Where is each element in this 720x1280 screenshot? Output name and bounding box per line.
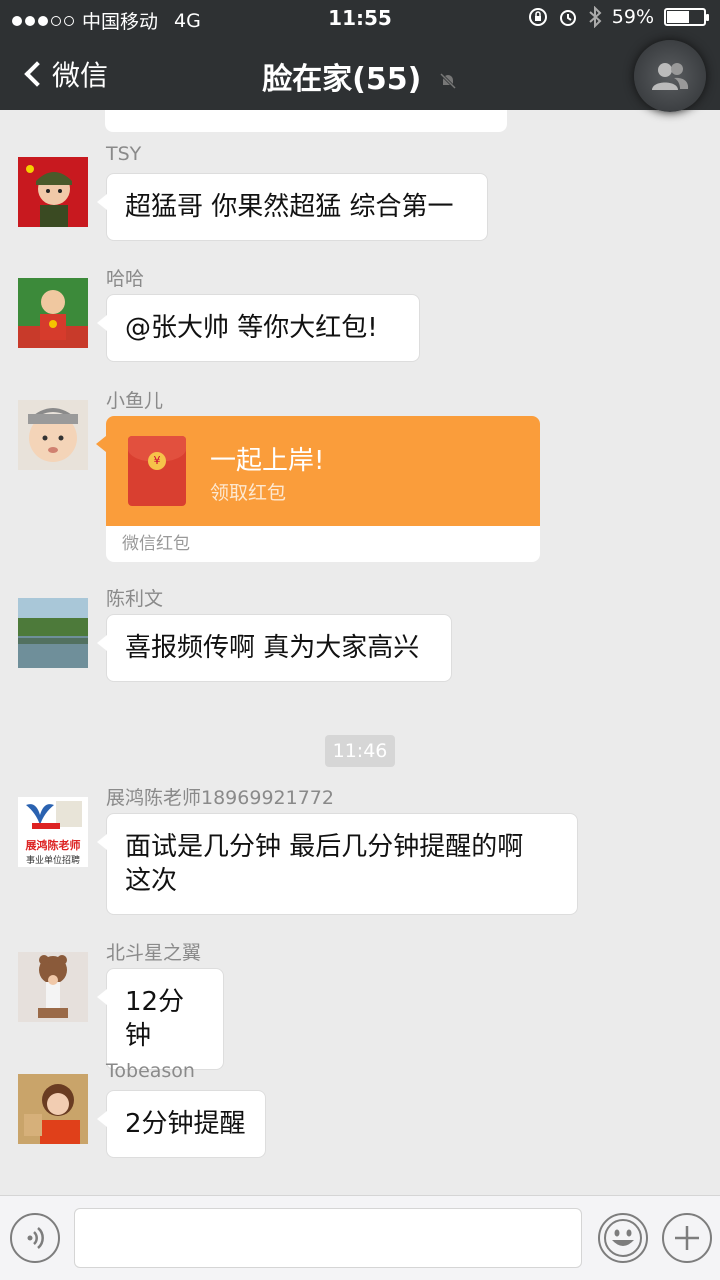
message-text: 超猛哥 你果然超猛 综合第一: [125, 192, 454, 222]
red-packet-title: 一起上岸!: [210, 446, 325, 476]
message-text: 2分钟提醒: [125, 1109, 246, 1139]
time-divider: 11:46: [325, 735, 395, 767]
top-bar: 中国移动 4G 11:55 59% 微信 脸在家(55): [0, 0, 720, 112]
alarm-icon: [559, 10, 576, 26]
message-text-line2: 这次: [125, 866, 178, 896]
message-text: @张大帅 等你大红包!: [125, 313, 378, 343]
plus-icon: [675, 1226, 699, 1250]
avatar[interactable]: 展鸿陈老师 事业单位招聘: [18, 797, 88, 867]
emoji-button[interactable]: [598, 1213, 648, 1263]
message-text: 喜报频传啊 真为大家高兴: [125, 633, 420, 663]
red-packet-icon: ¥: [128, 436, 186, 506]
mute-icon: [438, 71, 458, 91]
message-bubble-partial: [105, 110, 507, 132]
sender-name: 哈哈: [106, 268, 145, 290]
more-button[interactable]: [662, 1213, 712, 1263]
message-bubble[interactable]: 超猛哥 你果然超猛 综合第一: [97, 173, 488, 241]
chat-title: 脸在家(55): [0, 54, 720, 98]
voice-button[interactable]: [10, 1213, 60, 1263]
message-input[interactable]: [74, 1208, 582, 1268]
sender-name: 北斗星之翼: [106, 942, 202, 964]
avatar[interactable]: [18, 278, 88, 348]
chat-title-text: 脸在家(55): [262, 62, 422, 97]
avatar[interactable]: [18, 1074, 88, 1144]
red-packet-subtitle: 领取红包: [210, 482, 287, 504]
nav-bar: 微信 脸在家(55): [0, 36, 720, 112]
message-text-line1: 面试是几分钟 最后几分钟提醒的啊: [125, 832, 524, 862]
sender-name: TSY: [106, 143, 142, 165]
group-icon: [652, 63, 689, 90]
emoji-icon: [604, 1219, 642, 1257]
sender-name: 小鱼儿: [106, 390, 164, 412]
sender-name: Tobeason: [106, 1060, 195, 1082]
avatar-logo-text: 展鸿陈老师: [25, 839, 81, 852]
message-bubble[interactable]: 12分钟: [97, 968, 224, 1070]
avatar-logo-sub: 事业单位招聘: [25, 856, 80, 866]
avatar[interactable]: [18, 598, 88, 668]
message-text: 12分钟: [125, 987, 185, 1051]
avatar[interactable]: [18, 157, 88, 227]
chat-area[interactable]: TSY 超猛哥 你果然超猛 综合第一 哈哈 @张大帅 等你大红包! 小鱼儿 ¥ …: [0, 110, 720, 1195]
input-bar: [0, 1195, 720, 1280]
status-bar: 中国移动 4G 11:55 59%: [0, 0, 720, 36]
battery-icon: [664, 8, 709, 26]
red-packet-tail: [96, 436, 106, 452]
message-bubble[interactable]: @张大帅 等你大红包!: [97, 294, 420, 362]
sender-name: 陈利文: [106, 588, 164, 610]
red-packet-card[interactable]: ¥ 一起上岸! 领取红包 微信红包: [106, 416, 540, 562]
red-packet-footer: 微信红包: [122, 534, 190, 554]
avatar[interactable]: [18, 400, 88, 470]
sender-name: 展鸿陈老师18969921772: [106, 787, 334, 809]
battery-percent: 59%: [611, 6, 654, 28]
rotation-lock-icon: [528, 8, 547, 26]
message-bubble[interactable]: 喜报频传啊 真为大家高兴: [97, 614, 452, 682]
bluetooth-icon: [589, 6, 602, 28]
voice-icon: [27, 1227, 44, 1249]
message-bubble[interactable]: 面试是几分钟 最后几分钟提醒的啊 这次: [97, 813, 578, 915]
group-info-button[interactable]: [634, 40, 706, 112]
message-bubble[interactable]: 2分钟提醒: [97, 1090, 266, 1158]
avatar[interactable]: [18, 952, 88, 1022]
